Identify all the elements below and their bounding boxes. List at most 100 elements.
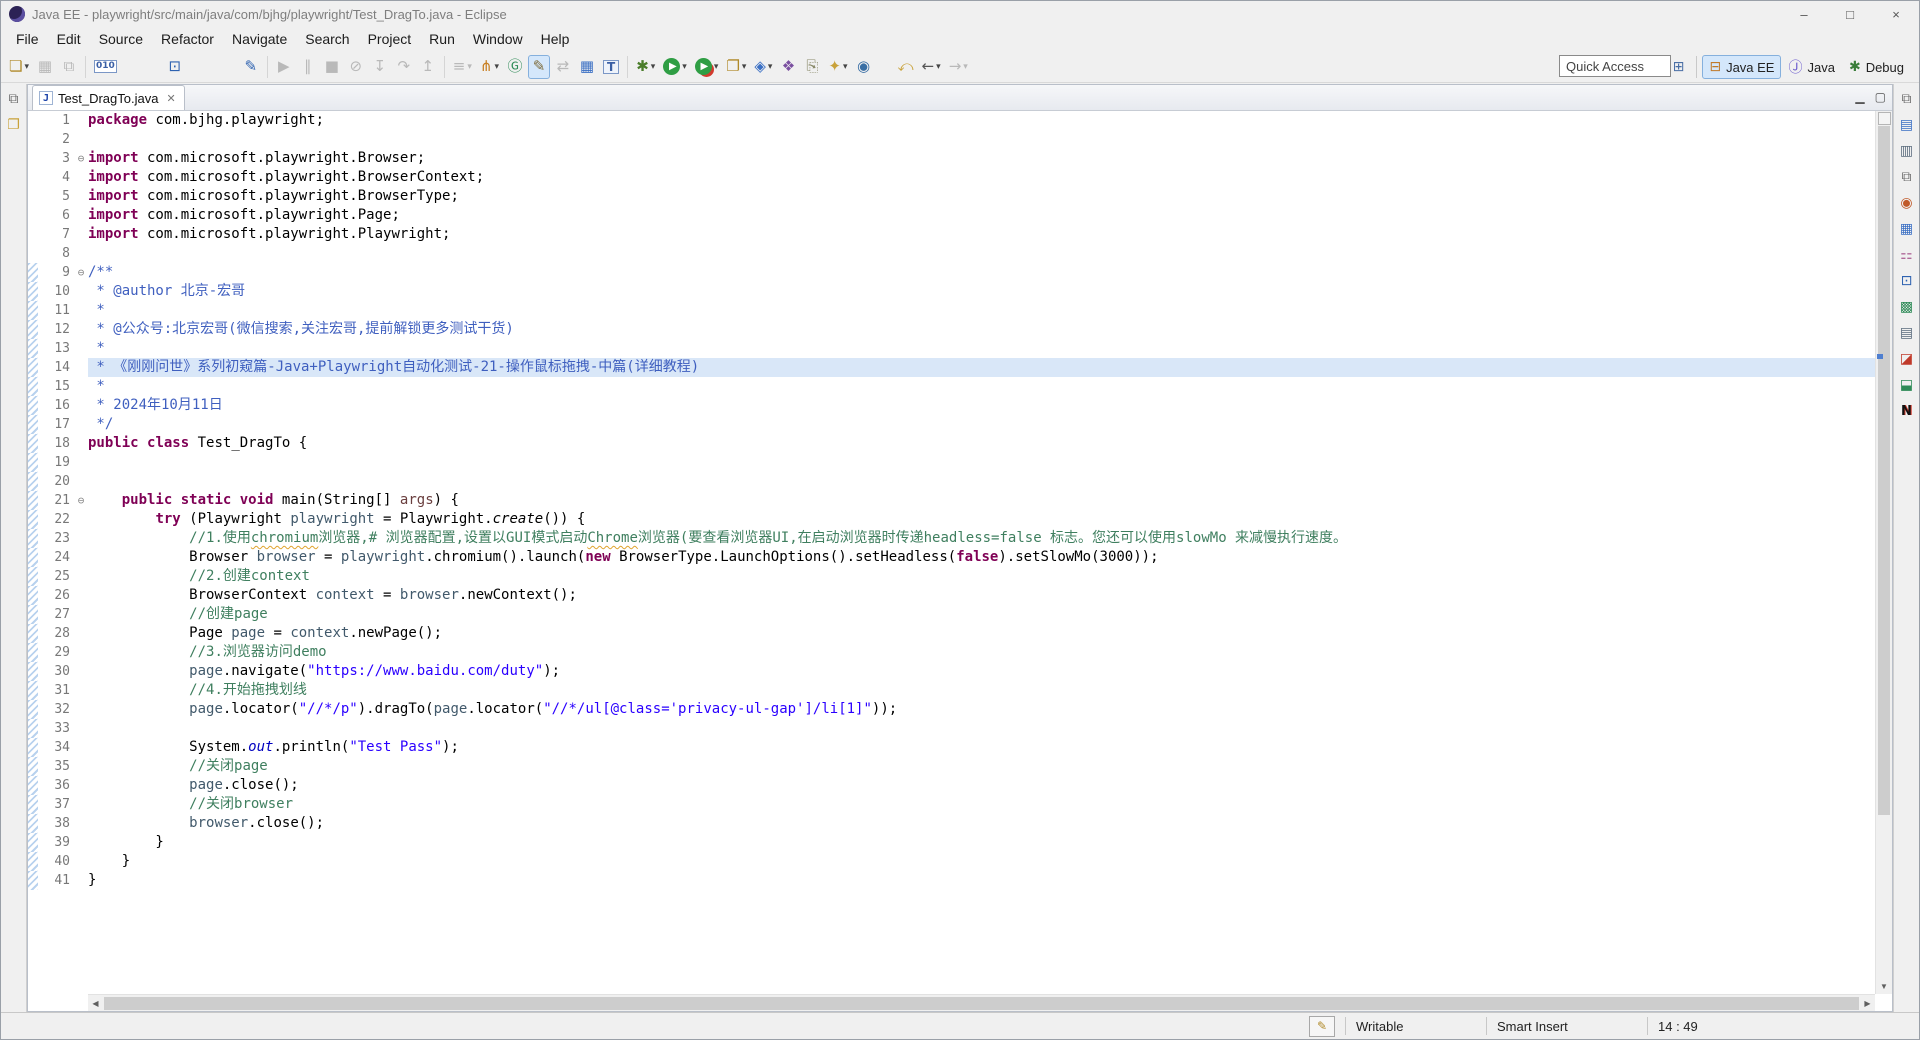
package-explorer-icon[interactable]: ❐ [3, 113, 25, 137]
code-line-34[interactable]: 34 System.out.println("Test Pass"); [28, 738, 1875, 757]
step-return-button[interactable]: ↥ [417, 55, 439, 79]
vertical-scrollbar[interactable]: ▲ ▼ [1875, 111, 1892, 994]
menu-search[interactable]: Search [296, 29, 358, 49]
restore-pane-icon[interactable]: ⧉ [3, 87, 25, 111]
code-line-10[interactable]: 10 * @author 北京-宏哥 [28, 282, 1875, 301]
step-into-button[interactable]: ↧ [369, 55, 391, 79]
menu-project[interactable]: Project [359, 29, 421, 49]
tab-test-dragto[interactable]: J Test_DragTo.java ✕ [32, 85, 185, 110]
horizontal-scroll-thumb[interactable] [104, 997, 1859, 1010]
restore-trim-2-icon[interactable]: ⧉ [1896, 165, 1918, 189]
debug-button[interactable]: ✱▾ [633, 55, 658, 79]
code-line-37[interactable]: 37 //关闭browser [28, 795, 1875, 814]
code-line-20[interactable]: 20 [28, 472, 1875, 491]
code-line-1[interactable]: 1package com.bjhg.playwright; [28, 111, 1875, 130]
code-line-7[interactable]: 7import com.microsoft.playwright.Playwri… [28, 225, 1875, 244]
problems-icon[interactable]: ◪ [1896, 347, 1918, 371]
code-lines[interactable]: 1package com.bjhg.playwright;23⊖import c… [28, 111, 1875, 994]
code-line-30[interactable]: 30 page.navigate("https://www.baidu.com/… [28, 662, 1875, 681]
code-line-22[interactable]: 22 try (Playwright playwright = Playwrig… [28, 510, 1875, 529]
code-line-40[interactable]: 40 } [28, 852, 1875, 871]
navigator-icon[interactable]: ▩ [1896, 295, 1918, 319]
minimize-button[interactable]: – [1781, 1, 1827, 27]
code-line-11[interactable]: 11 * [28, 301, 1875, 320]
code-line-5[interactable]: 5import com.microsoft.playwright.Browser… [28, 187, 1875, 206]
forward-button[interactable]: →▾ [946, 55, 971, 79]
code-line-16[interactable]: 16 * 2024年10月11日 [28, 396, 1875, 415]
perspective-debug[interactable]: ✱Debug [1842, 55, 1911, 79]
maximize-button[interactable]: □ [1827, 1, 1873, 27]
code-line-33[interactable]: 33 [28, 719, 1875, 738]
code-line-2[interactable]: 2 [28, 130, 1875, 149]
type-hierarchy-button[interactable]: ▦ [576, 55, 598, 79]
quick-access-input[interactable]: Quick Access [1559, 55, 1671, 77]
minimize-view-button[interactable]: ▁ [1855, 90, 1864, 104]
vertical-scroll-thumb[interactable] [1878, 126, 1890, 815]
coverage-button[interactable]: ▶▾ [692, 55, 722, 79]
code-line-38[interactable]: 38 browser.close(); [28, 814, 1875, 833]
code-line-29[interactable]: 29 //3.浏览器访问demo [28, 643, 1875, 662]
outline-icon[interactable]: ▤ [1896, 321, 1918, 345]
code-line-36[interactable]: 36 page.close(); [28, 776, 1875, 795]
code-line-9[interactable]: 9⊖/** [28, 263, 1875, 282]
horizontal-scrollbar[interactable]: ◀ ▶ [88, 994, 1875, 1011]
fold-marker-icon[interactable]: ⊖ [74, 149, 88, 168]
web-browser-button[interactable]: ◉ [853, 55, 875, 79]
link-editor-button[interactable]: ⇄ [552, 55, 574, 79]
terminate-button[interactable]: ■ [321, 55, 343, 79]
scroll-right-icon[interactable]: ▶ [1860, 999, 1875, 1008]
menu-edit[interactable]: Edit [48, 29, 90, 49]
new-servlet-button[interactable]: Ⓖ [504, 55, 526, 79]
code-line-41[interactable]: 41} [28, 871, 1875, 890]
menu-source[interactable]: Source [90, 29, 152, 49]
suspend-button[interactable]: ∥ [297, 55, 319, 79]
code-line-26[interactable]: 26 BrowserContext context = browser.newC… [28, 586, 1875, 605]
code-line-15[interactable]: 15 * [28, 377, 1875, 396]
new-web-wizard-button[interactable]: ◈▾ [751, 55, 775, 79]
resume-button[interactable]: ▶ [273, 55, 295, 79]
external-tools-button[interactable]: ⋔▾ [477, 55, 502, 79]
run-button[interactable]: ▶▾ [660, 55, 690, 79]
mark-occurrences-button[interactable]: ✎ [528, 55, 550, 79]
jsp-button[interactable]: T [600, 55, 622, 79]
menu-navigate[interactable]: Navigate [223, 29, 296, 49]
code-line-21[interactable]: 21⊖ public static void main(String[] arg… [28, 491, 1875, 510]
close-button[interactable]: × [1873, 1, 1919, 27]
menu-refactor[interactable]: Refactor [152, 29, 223, 49]
code-line-28[interactable]: 28 Page page = context.newPage(); [28, 624, 1875, 643]
code-line-17[interactable]: 17 */ [28, 415, 1875, 434]
open-perspective-button[interactable]: ⊞ [1666, 55, 1692, 79]
scroll-left-icon[interactable]: ◀ [88, 999, 103, 1008]
testng-icon[interactable]: N [1896, 399, 1918, 423]
code-line-32[interactable]: 32 page.locator("//*/p").dragTo(page.loc… [28, 700, 1875, 719]
properties-icon[interactable]: ▦ [1896, 217, 1918, 241]
last-edit-location-button[interactable]: ⤺ [895, 55, 917, 79]
history-icon[interactable]: ◉ [1896, 191, 1918, 215]
code-line-18[interactable]: 18public class Test_DragTo { [28, 434, 1875, 453]
pen-button[interactable]: ✎ [240, 55, 262, 79]
step-over-button[interactable]: ↷ [393, 55, 415, 79]
code-line-31[interactable]: 31 //4.开始拖拽划线 [28, 681, 1875, 700]
open-task-button[interactable]: ❖ [777, 55, 799, 79]
code-line-14[interactable]: 14 * 《刚刚问世》系列初窥篇-Java+Playwright自动化测试-21… [28, 358, 1875, 377]
view-menu-button[interactable]: ≡▾ [450, 55, 475, 79]
code-line-25[interactable]: 25 //2.创建context [28, 567, 1875, 586]
code-line-12[interactable]: 12 * @公众号:北京宏哥(微信搜索,关注宏哥,提前解锁更多测试干货) [28, 320, 1875, 339]
code-line-13[interactable]: 13 * [28, 339, 1875, 358]
menu-run[interactable]: Run [420, 29, 464, 49]
code-line-23[interactable]: 23 //1.使用chromium浏览器,# 浏览器配置,设置以GUI模式启动C… [28, 529, 1875, 548]
menu-window[interactable]: Window [464, 29, 532, 49]
code-line-27[interactable]: 27 //创建page [28, 605, 1875, 624]
code-line-24[interactable]: 24 Browser browser = playwright.chromium… [28, 548, 1875, 567]
perspective-java-ee[interactable]: ⊟Java EE [1702, 55, 1781, 79]
code-line-6[interactable]: 6import com.microsoft.playwright.Page; [28, 206, 1875, 225]
project-explorer-icon[interactable]: ▤ [1896, 113, 1918, 137]
code-line-39[interactable]: 39 } [28, 833, 1875, 852]
binary-file-button[interactable]: 010 [91, 55, 120, 79]
scroll-down-icon[interactable]: ▼ [1876, 979, 1892, 994]
code-line-19[interactable]: 19 [28, 453, 1875, 472]
maximize-view-button[interactable]: ▢ [1875, 90, 1886, 104]
console-monitor-button[interactable]: ⊡ [164, 55, 186, 79]
console-icon[interactable]: ⊡ [1896, 269, 1918, 293]
disconnect-button[interactable]: ⊘ [345, 55, 367, 79]
